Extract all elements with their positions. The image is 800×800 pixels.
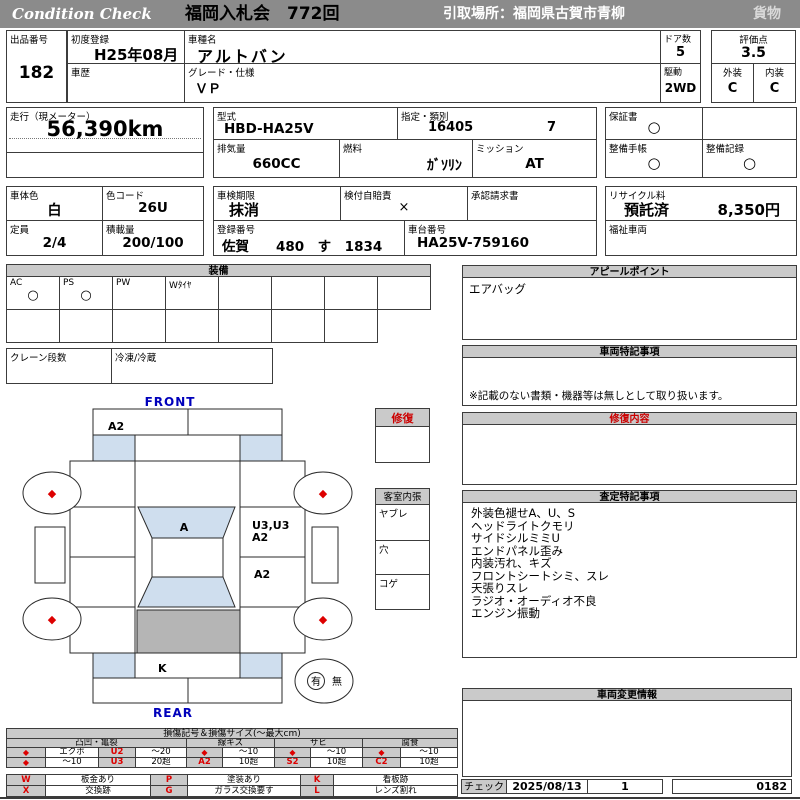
right-panel-code-b: A2 bbox=[252, 531, 268, 544]
wheel-damage-marker: ◆ bbox=[319, 487, 328, 500]
auction-sheet: Condition Check 福岡入札会 772回 引取場所：福岡県古賀市青柳… bbox=[0, 0, 800, 800]
mission: AT bbox=[525, 156, 544, 172]
car-damage-diagram: FRONT REAR A2 A U3,U3 A2 A2 K ◆ ◆ ◆ ◆ 有 … bbox=[22, 395, 354, 720]
spare-no-label: 無 bbox=[332, 675, 342, 688]
legend-text: 交換跡 bbox=[45, 785, 151, 797]
front-label: FRONT bbox=[145, 395, 196, 409]
class-cell: 指定・類別 16405 7 bbox=[397, 107, 597, 140]
mission-cell: ミッション AT bbox=[472, 139, 597, 178]
bottom-rule bbox=[0, 797, 800, 799]
drive-cell: 駆動 2WD bbox=[660, 63, 701, 103]
assessment-item: サイドシルミミU bbox=[471, 531, 560, 545]
legend-text: レンズ割れ bbox=[333, 785, 458, 797]
check-count: 1 bbox=[621, 780, 629, 793]
wheel-damage-marker: ◆ bbox=[48, 613, 57, 626]
pickup-location: 引取場所：福岡県古賀市青柳 bbox=[443, 6, 625, 22]
doors: 5 bbox=[675, 45, 686, 60]
warranty-mark: ○ bbox=[647, 118, 661, 136]
spare-yes-label: 有 bbox=[311, 675, 321, 688]
notes-footnote: ※記載のない書類・機器等は無しとして取り扱います。 bbox=[469, 390, 729, 402]
empty-cell bbox=[702, 107, 797, 140]
maintenance-book-cell: 整備手帳 ○ bbox=[605, 139, 703, 178]
cabin-trim-row-hole: 穴 bbox=[375, 540, 430, 575]
wheel-damage-marker: ◆ bbox=[319, 613, 328, 626]
rear-panel-code: K bbox=[158, 662, 167, 675]
approval-cell: 承認請求書 bbox=[467, 186, 597, 221]
chassis-number-cell: 車台番号 HA25V-759160 bbox=[404, 220, 597, 256]
assessment-item: 内装汚れ、キズ bbox=[471, 556, 552, 570]
maintenance-record-cell: 整備記録 ○ bbox=[702, 139, 797, 178]
check-code-cell: 0182 bbox=[672, 779, 792, 794]
cabin-trim-row-tear: ヤブレ bbox=[375, 504, 430, 541]
windshield-code: A bbox=[180, 521, 189, 534]
legend-text: 10超 bbox=[400, 757, 458, 768]
maintenance-book-mark: ○ bbox=[647, 154, 661, 172]
cabin-trim-header: 客室内張 bbox=[375, 488, 430, 505]
recycle-fee-cell: リサイクル料 預託済 8,350円 bbox=[605, 186, 797, 221]
exterior-grade-cell: 外装 C bbox=[711, 63, 754, 103]
fuel: ｶﾞｿﾘﾝ bbox=[427, 158, 462, 174]
chassis-number: HA25V-759160 bbox=[417, 235, 529, 251]
repair-flag-body bbox=[375, 426, 430, 463]
vehicle-change-body bbox=[462, 700, 792, 777]
warranty-cell: 保証書 ○ bbox=[605, 107, 703, 140]
interior-grade-cell: 内装 C bbox=[753, 63, 796, 103]
check-date: 2025/08/13 bbox=[512, 780, 582, 793]
check-code: 0182 bbox=[756, 780, 787, 793]
vehicle-notes-body: ※記載のない書類・機器等は無しとして取り扱います。 bbox=[462, 357, 797, 406]
legend-text: 10超 bbox=[222, 757, 275, 768]
front-bumper-code: A2 bbox=[108, 420, 124, 433]
legend-text: 20超 bbox=[135, 757, 187, 768]
repair-detail-body bbox=[462, 424, 797, 485]
legend-code: C2 bbox=[362, 757, 401, 768]
recycle-fee: 8,350円 bbox=[717, 201, 780, 219]
legend-text: ガラス交換要す bbox=[187, 785, 301, 797]
assessment-body: 外装色褪せA、U、S ヘッドライトクモリ サイドシルミミU エンドパネル歪み 内… bbox=[462, 502, 797, 658]
drive: 2WD bbox=[664, 81, 697, 95]
exterior-grade: C bbox=[727, 81, 738, 96]
score: 3.5 bbox=[741, 45, 766, 61]
check-label: チェック bbox=[461, 779, 507, 794]
check-count-cell: 1 bbox=[587, 779, 663, 794]
category-badge: 貨物 bbox=[753, 6, 781, 22]
class-number: 16405 bbox=[428, 120, 474, 135]
legend-text: 〜10 bbox=[45, 757, 99, 768]
wheel-damage-marker: ◆ bbox=[48, 487, 57, 500]
interior-grade: C bbox=[769, 81, 780, 96]
appeal-content: エアバッグ bbox=[469, 282, 527, 296]
legend-text: 10超 bbox=[310, 757, 363, 768]
legend-code-l: L bbox=[300, 785, 334, 797]
legend-code-x: X bbox=[6, 785, 46, 797]
cabin-trim-row-burn: コゲ bbox=[375, 574, 430, 610]
appeal-body: エアバッグ bbox=[462, 277, 797, 340]
assessment-item: エンジン振動 bbox=[471, 606, 540, 620]
score-cell: 評価点 3.5 bbox=[711, 30, 796, 64]
welfare-cell: 福祉車両 bbox=[605, 220, 797, 256]
maintenance-record-mark: ○ bbox=[742, 154, 757, 172]
legend-code: A2 bbox=[186, 757, 223, 768]
legend-sym: ◆ bbox=[6, 757, 46, 768]
class-category: 7 bbox=[546, 120, 556, 135]
legend-code: U3 bbox=[98, 757, 136, 768]
rear-label: REAR bbox=[153, 706, 193, 720]
assessment-item: 天張りスレ bbox=[471, 581, 529, 595]
legend-code-g: G bbox=[150, 785, 188, 797]
doors-cell: ドア数 5 bbox=[660, 30, 701, 64]
equip-cell bbox=[377, 276, 431, 310]
recycle-status: 預託済 bbox=[624, 201, 670, 219]
assessment-item: 外装色褪せA、U、S bbox=[471, 506, 576, 520]
legend-code: S2 bbox=[274, 757, 311, 768]
right-lower-code: A2 bbox=[254, 568, 270, 581]
repair-flag-header: 修復 bbox=[375, 408, 430, 427]
check-date-cell: 2025/08/13 bbox=[506, 779, 588, 794]
